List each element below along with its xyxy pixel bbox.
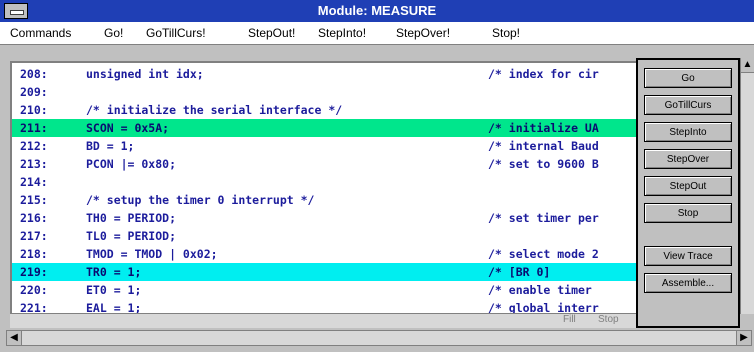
line-comment: /* internal Baud: [488, 139, 599, 153]
source-code-pane[interactable]: 208: unsigned int idx; /* index for cir 20…: [10, 61, 638, 315]
line-number: 216:: [20, 211, 48, 225]
line-number: 218:: [20, 247, 48, 261]
menu-stepout[interactable]: StepOut!: [248, 26, 295, 40]
code-line[interactable]: 218: TMOD = TMOD | 0x02; /* select mode 2: [12, 245, 638, 263]
scroll-right-icon[interactable]: ▶: [736, 331, 751, 345]
go-button[interactable]: Go: [644, 68, 732, 88]
line-comment: /* index for cir: [488, 67, 599, 81]
line-number: 220:: [20, 283, 48, 297]
line-source: TMOD = TMOD | 0x02;: [86, 247, 218, 261]
stepover-button[interactable]: StepOver: [644, 149, 732, 169]
line-source: PCON |= 0x80;: [86, 157, 177, 171]
line-source: /* initialize the serial interface */: [86, 103, 343, 117]
line-comment: /* select mode 2: [488, 247, 599, 261]
line-number: 219:: [20, 265, 48, 279]
code-line[interactable]: 213: PCON |= 0x80; /* set to 9600 B: [12, 155, 638, 173]
code-line[interactable]: 208: unsigned int idx; /* index for cir: [12, 65, 638, 83]
line-number: 215:: [20, 193, 48, 207]
line-number: 213:: [20, 157, 48, 171]
code-line[interactable]: 215: /* setup the timer 0 interrupt */: [12, 191, 638, 209]
line-number: 208:: [20, 67, 48, 81]
line-source: TR0 = 1;: [86, 265, 142, 279]
window-title: Module: MEASURE: [317, 3, 437, 18]
line-number: 211:: [20, 121, 48, 135]
line-comment: /* initialize UA: [488, 121, 599, 135]
code-line[interactable]: 210: /* initialize the serial interface *…: [12, 101, 638, 119]
line-source: unsigned int idx;: [86, 67, 204, 81]
status-left: Fill: [563, 314, 576, 325]
assemble-button[interactable]: Assemble...: [644, 273, 732, 293]
line-source: BD = 1;: [86, 139, 135, 153]
code-line-current-highlight[interactable]: 211: SCON = 0x5A; /* initialize UA: [12, 119, 638, 137]
line-source: ET0 = 1;: [86, 283, 142, 297]
menu-stepinto[interactable]: StepInto!: [318, 26, 366, 40]
code-line-breakpoint-highlight[interactable]: 219: TR0 = 1; /* [BR 0]: [12, 263, 638, 281]
code-line[interactable]: 212: BD = 1; /* internal Baud: [12, 137, 638, 155]
scroll-up-icon[interactable]: ▲: [741, 58, 754, 73]
code-line[interactable]: 217: TL0 = PERIOD;: [12, 227, 638, 245]
title-bar: Module: MEASURE: [0, 0, 754, 22]
stepinto-button[interactable]: StepInto: [644, 122, 732, 142]
scroll-left-icon[interactable]: ◀: [7, 331, 22, 345]
status-bar: Fill Stop: [8, 314, 748, 328]
command-button-panel: Go GoTillCurs StepInto StepOver StepOut …: [636, 58, 740, 328]
line-source: TL0 = PERIOD;: [86, 229, 177, 243]
line-comment: /* enable timer: [488, 283, 592, 297]
menu-stepover[interactable]: StepOver!: [396, 26, 450, 40]
menu-stop[interactable]: Stop!: [492, 26, 520, 40]
line-number: 214:: [20, 175, 48, 189]
vertical-scrollbar[interactable]: ▲: [740, 58, 754, 314]
window-horizontal-scrollbar[interactable]: ◀ ▶: [6, 330, 752, 346]
code-line[interactable]: 209:: [12, 83, 638, 101]
code-line[interactable]: 220: ET0 = 1; /* enable timer: [12, 281, 638, 299]
code-line[interactable]: 216: TH0 = PERIOD; /* set timer per: [12, 209, 638, 227]
view-trace-button[interactable]: View Trace: [644, 246, 732, 266]
line-number: 217:: [20, 229, 48, 243]
line-source: SCON = 0x5A;: [86, 121, 170, 135]
code-line[interactable]: 214:: [12, 173, 638, 191]
status-right: Stop: [598, 314, 619, 325]
stop-button[interactable]: Stop: [644, 203, 732, 223]
line-comment: /* set to 9600 B: [488, 157, 599, 171]
line-number: 212:: [20, 139, 48, 153]
line-number: 209:: [20, 85, 48, 99]
line-comment: /* set timer per: [488, 211, 599, 225]
line-source: TH0 = PERIOD;: [86, 211, 177, 225]
menu-go[interactable]: Go!: [104, 26, 123, 40]
line-comment: /* [BR 0]: [488, 265, 551, 279]
debugger-window: Module: MEASURE Commands Go! GoTillCurs!…: [0, 0, 754, 352]
gotillcurs-button[interactable]: GoTillCurs: [644, 95, 732, 115]
menu-commands[interactable]: Commands: [10, 26, 71, 40]
line-source: /* setup the timer 0 interrupt */: [86, 193, 315, 207]
menu-gotillcurs[interactable]: GoTillCurs!: [146, 26, 206, 40]
stepout-button[interactable]: StepOut: [644, 176, 732, 196]
line-number: 210:: [20, 103, 48, 117]
menu-bar: Commands Go! GoTillCurs! StepOut! StepIn…: [0, 22, 754, 45]
